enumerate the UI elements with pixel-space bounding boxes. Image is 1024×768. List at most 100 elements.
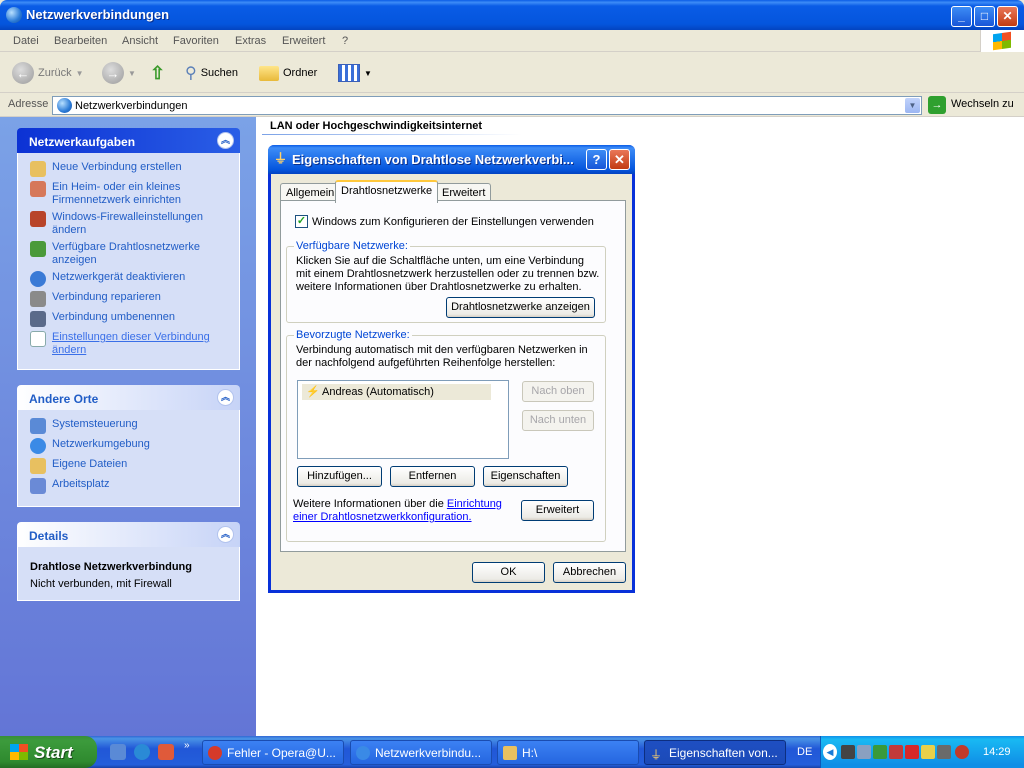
toolbar: ← Zurück ▼ → ▼ ⇧ ⚲ Suchen Ordner ▼ [0,53,1024,93]
panel-header[interactable]: Andere Orte ︽ [17,385,240,410]
view-grid-icon [338,64,360,82]
tray-antivirus-icon[interactable] [889,745,903,759]
place-my-documents[interactable]: Eigene Dateien [30,458,233,474]
tray-security-icon[interactable] [873,745,887,759]
menu-help[interactable]: ? [342,35,348,47]
maximize-button[interactable]: □ [974,6,995,27]
task-change-settings[interactable]: Einstellungen dieser Verbindung ändern [30,331,233,357]
network-places-icon [30,438,46,454]
view-button[interactable]: ▼ [338,61,372,85]
home-network-icon [30,181,46,197]
menu-bearbeiten[interactable]: Bearbeiten [54,35,107,47]
place-control-panel[interactable]: Systemsteuerung [30,418,233,434]
new-connection-icon [30,161,46,177]
collapse-icon[interactable]: ︽ [217,389,234,406]
details-name: Drahtlose Netzwerkverbindung [30,561,192,573]
task-firewall[interactable]: Windows-Firewalleinstellungen ändern [30,211,233,237]
show-wireless-button[interactable]: Drahtlosnetzwerke anzeigen [446,297,595,318]
rename-icon [30,311,46,327]
advanced-button[interactable]: Erweitert [521,500,594,521]
close-button[interactable]: ✕ [997,6,1018,27]
network-icon [6,7,22,23]
list-item[interactable]: ⚡ Andreas (Automatisch) [302,384,491,400]
move-up-button[interactable]: Nach oben [522,381,594,402]
back-arrow-icon: ← [12,62,34,84]
taskbar-button-opera[interactable]: Fehler - Opera@U... [202,740,344,765]
folder-up-icon: ⇧ [150,63,166,83]
wireless-icon: ⏚ [650,748,663,762]
search-button[interactable]: ⚲ Suchen [185,61,238,85]
menu-datei[interactable]: Datei [13,35,39,47]
folders-button[interactable]: Ordner [259,61,317,85]
wireless-icon [30,241,46,257]
task-pane: Netzwerkaufgaben ︽ Neue Verbindung erstel… [0,117,256,736]
place-my-computer[interactable]: Arbeitsplatz [30,478,233,494]
forward-button[interactable]: → ▼ [102,61,136,85]
minimize-button[interactable]: _ [951,6,972,27]
configure-checkbox[interactable]: ✓ Windows zum Konfigurieren der Einstell… [295,215,594,228]
clock[interactable]: 14:29 [983,746,1011,758]
checkmark-icon[interactable]: ✓ [295,215,308,228]
tray-battery-icon[interactable] [921,745,935,759]
quicklaunch-more[interactable]: » [184,740,190,751]
forward-arrow-icon: → [102,62,124,84]
task-wireless-networks[interactable]: Verfügbare Drahtlosnetzwerke anzeigen [30,241,233,267]
chevron-down-icon[interactable]: ▼ [905,98,920,113]
move-down-button[interactable]: Nach unten [522,410,594,431]
control-panel-icon [30,418,46,434]
address-input[interactable]: Netzwerkverbindungen ▼ [52,96,922,115]
start-button[interactable]: Start [0,736,97,768]
details-panel: Details ︽ Drahtlose Netzwerkverbindung Ni… [17,522,240,601]
address-label: Adresse [8,98,49,110]
tray-adobe-icon[interactable] [905,745,919,759]
preferred-list[interactable]: ⚡ Andreas (Automatisch) [297,380,509,459]
task-home-network[interactable]: Ein Heim- oder ein kleines Firmennetzwer… [30,181,233,207]
ok-button[interactable]: OK [472,562,545,583]
collapse-icon[interactable]: ︽ [217,526,234,543]
task-repair[interactable]: Verbindung reparieren [30,291,233,307]
taskbar-button-network[interactable]: Netzwerkverbindu... [350,740,492,765]
panel-header[interactable]: Netzwerkaufgaben ︽ [17,128,240,153]
opera-icon [208,746,222,760]
panel-header[interactable]: Details ︽ [17,522,240,547]
remove-button[interactable]: Entfernen [390,466,475,487]
title-bar[interactable]: Netzwerkverbindungen _ □ ✕ [0,0,1024,30]
menu-bar: Datei Bearbeiten Ansicht Favoriten Extra… [0,30,1024,52]
back-button[interactable]: ← Zurück ▼ [12,61,84,85]
wireless-icon: ⏚ [274,151,288,166]
menu-favoriten[interactable]: Favoriten [173,35,219,47]
folder-icon [503,746,517,760]
tray-shield-icon[interactable] [955,745,969,759]
tray-network-icon[interactable] [857,745,871,759]
firewall-icon [30,211,46,227]
up-button[interactable]: ⇧ [150,61,170,85]
go-arrow-icon[interactable]: → [928,96,946,114]
properties-dialog: ⏚ Eigenschaften von Drahtlose Netzwerkve… [268,145,635,593]
properties-button[interactable]: Eigenschaften [483,466,568,487]
language-indicator[interactable]: DE [797,746,812,758]
quicklaunch-desktop-icon[interactable] [110,744,126,760]
tray-signal-icon[interactable] [937,745,951,759]
menu-erweitert[interactable]: Erweitert [282,35,325,47]
task-new-connection[interactable]: Neue Verbindung erstellen [30,161,233,177]
collapse-icon[interactable]: ︽ [217,132,234,149]
cancel-button[interactable]: Abbrechen [553,562,626,583]
quicklaunch-ie-icon[interactable] [134,744,150,760]
tray-expand-icon[interactable]: ◀ [823,744,837,760]
dialog-close-button[interactable]: ✕ [609,149,630,170]
add-button[interactable]: Hinzufügen... [297,466,382,487]
quicklaunch-opera-icon[interactable] [158,744,174,760]
taskbar-button-drive[interactable]: H:\ [497,740,639,765]
tray-app-icon[interactable] [841,745,855,759]
task-rename[interactable]: Verbindung umbenennen [30,311,233,327]
menu-extras[interactable]: Extras [235,35,266,47]
menu-ansicht[interactable]: Ansicht [122,35,158,47]
place-network[interactable]: Netzwerkumgebung [30,438,233,454]
taskbar-button-properties[interactable]: ⏚ Eigenschaften von... [644,740,786,765]
help-button[interactable]: ? [586,149,607,170]
go-button[interactable]: Wechseln zu [951,98,1014,110]
task-disable-device[interactable]: Netzwerkgerät deaktivieren [30,271,233,287]
tab-wireless[interactable]: Drahtlosnetzwerke [335,180,439,203]
network-icon [57,98,72,113]
dialog-title-bar[interactable]: ⏚ Eigenschaften von Drahtlose Netzwerkve… [268,145,635,174]
